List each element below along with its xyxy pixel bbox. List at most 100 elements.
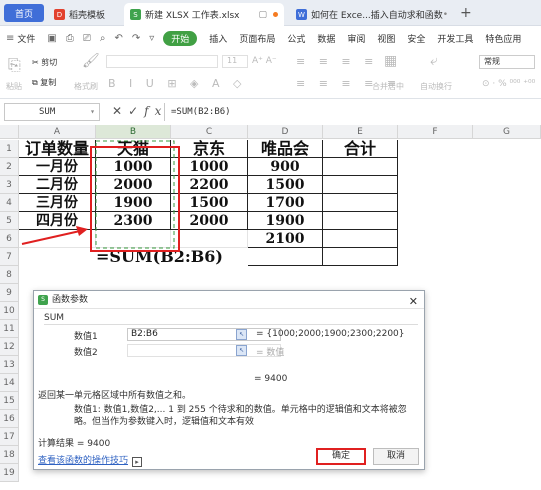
range-select-icon[interactable]: ↖ bbox=[236, 329, 247, 340]
merge-icon[interactable]: ▦ bbox=[384, 53, 397, 69]
copy-button[interactable]: ⧉ 复制 bbox=[32, 77, 56, 88]
number-format-select[interactable]: 常规 bbox=[479, 55, 535, 69]
cell-a3[interactable]: 二月份 bbox=[19, 176, 96, 194]
cell-d2[interactable]: 900 bbox=[248, 158, 323, 176]
cell-e5[interactable] bbox=[323, 212, 398, 230]
wrap-button[interactable]: 自动换行 bbox=[420, 81, 452, 92]
video-icon[interactable]: ▸ bbox=[132, 457, 143, 467]
paste-icon[interactable]: ⎘ bbox=[8, 55, 21, 75]
range-select-icon[interactable]: ↖ bbox=[236, 345, 247, 356]
row-header-16[interactable]: 16 bbox=[0, 410, 19, 428]
row-header-8[interactable]: 8 bbox=[0, 266, 19, 284]
cell-a1[interactable]: 订单数量 bbox=[19, 140, 96, 158]
close-icon[interactable]: • bbox=[443, 10, 448, 20]
cell-d1[interactable]: 唯品会 bbox=[248, 140, 323, 158]
row-header-6[interactable]: 6 bbox=[0, 230, 19, 248]
chevron-down-icon[interactable]: ▾ bbox=[90, 104, 95, 120]
menu-review[interactable]: 审阅 bbox=[347, 32, 365, 45]
ok-button[interactable]: 确定 bbox=[316, 448, 366, 465]
cell-b5[interactable]: 2300 bbox=[96, 212, 171, 230]
row-header-19[interactable]: 19 bbox=[0, 464, 19, 482]
font-size-box[interactable]: 11 bbox=[222, 55, 248, 68]
row-header-7[interactable]: 7 bbox=[0, 248, 19, 266]
menu-start[interactable]: 开始 bbox=[163, 30, 198, 46]
cancel-button[interactable]: 取消 bbox=[373, 448, 419, 465]
tab-screen-icon[interactable]: ▢ bbox=[258, 10, 267, 20]
tab-document[interactable]: W 如何在 Exce...插入自动求和函数 • bbox=[290, 3, 454, 26]
row-header-9[interactable]: 9 bbox=[0, 284, 19, 302]
cell-e2[interactable] bbox=[323, 158, 398, 176]
cell-c3[interactable]: 2200 bbox=[171, 176, 248, 194]
menu-data[interactable]: 数据 bbox=[317, 32, 335, 45]
undo-icon[interactable]: ↶ bbox=[114, 33, 122, 44]
column-header-c[interactable]: C bbox=[171, 125, 248, 139]
menu-formulas[interactable]: 公式 bbox=[287, 32, 305, 45]
row-header-17[interactable]: 17 bbox=[0, 428, 19, 446]
wrap-icon[interactable]: ⤶ bbox=[430, 53, 438, 69]
tab-docer[interactable]: D 稻壳模板 bbox=[48, 3, 120, 26]
menu-view[interactable]: 视图 bbox=[377, 32, 395, 45]
menu-security[interactable]: 安全 bbox=[407, 32, 425, 45]
cell-e4[interactable] bbox=[323, 194, 398, 212]
font-name-box[interactable] bbox=[106, 55, 218, 68]
cut-button[interactable]: ✂ 剪切 bbox=[32, 57, 57, 68]
print-icon[interactable]: ⎚ bbox=[83, 33, 91, 44]
format-painter-icon[interactable]: 🖌 bbox=[82, 53, 100, 69]
save-icon[interactable]: ▣ bbox=[47, 33, 56, 44]
cell-d6[interactable]: 2100 bbox=[248, 230, 323, 248]
add-tab-icon[interactable]: + bbox=[460, 5, 472, 21]
column-header-d[interactable]: D bbox=[248, 125, 323, 139]
close-icon[interactable]: ✕ bbox=[409, 293, 418, 311]
font-style-icons[interactable]: B I U ⊞ ◈ A ◇ bbox=[108, 77, 246, 90]
cell-e1[interactable]: 合计 bbox=[323, 140, 398, 158]
cell-b1[interactable]: 天猫 bbox=[96, 140, 171, 158]
cell-e3[interactable] bbox=[323, 176, 398, 194]
menu-insert[interactable]: 插入 bbox=[209, 32, 227, 45]
paste-button[interactable]: 粘贴 bbox=[6, 81, 22, 92]
cell-c5[interactable]: 2000 bbox=[171, 212, 248, 230]
column-header-g[interactable]: G bbox=[473, 125, 541, 139]
column-header-f[interactable]: F bbox=[398, 125, 473, 139]
help-link[interactable]: 查看该函数的操作技巧 ▸ bbox=[38, 453, 143, 467]
cell-b6[interactable] bbox=[96, 230, 171, 248]
cell-e6[interactable] bbox=[323, 230, 398, 248]
cell-a4[interactable]: 三月份 bbox=[19, 194, 96, 212]
cell-b7[interactable]: =SUM(B2:B6) bbox=[96, 248, 246, 266]
preview-icon[interactable]: ⌕ bbox=[100, 33, 106, 44]
cell-b3[interactable]: 2000 bbox=[96, 176, 171, 194]
row-header-3[interactable]: 3 bbox=[0, 176, 19, 194]
row-header-1[interactable]: 1 bbox=[0, 140, 19, 158]
name-box[interactable]: SUM ▾ bbox=[4, 103, 100, 121]
cell-c6[interactable] bbox=[171, 230, 248, 248]
row-header-18[interactable]: 18 bbox=[0, 446, 19, 464]
cancel-formula-icon[interactable]: ✕ bbox=[112, 104, 128, 118]
row-header-13[interactable]: 13 bbox=[0, 356, 19, 374]
column-header-e[interactable]: E bbox=[323, 125, 398, 139]
cell-d5[interactable]: 1900 bbox=[248, 212, 323, 230]
row-header-14[interactable]: 14 bbox=[0, 374, 19, 392]
cell-a6[interactable] bbox=[19, 230, 96, 248]
tab-home[interactable]: 首页 bbox=[4, 4, 44, 22]
cell-e7[interactable] bbox=[323, 248, 398, 266]
menu-special[interactable]: 特色应用 bbox=[485, 32, 521, 45]
menu-page-layout[interactable]: 页面布局 bbox=[239, 32, 275, 45]
format-painter-button[interactable]: 格式刷 bbox=[74, 81, 98, 92]
font-grow-icon[interactable]: A⁺ A⁻ bbox=[252, 56, 277, 66]
cell-b4[interactable]: 1900 bbox=[96, 194, 171, 212]
corner-select-all[interactable] bbox=[0, 125, 19, 139]
export-icon[interactable]: ⎙ bbox=[66, 33, 74, 44]
row-header-15[interactable]: 15 bbox=[0, 392, 19, 410]
cell-d3[interactable]: 1500 bbox=[248, 176, 323, 194]
redo-icon[interactable]: ↷ bbox=[132, 33, 140, 44]
menu-developer[interactable]: 开发工具 bbox=[437, 32, 473, 45]
row-header-12[interactable]: 12 bbox=[0, 338, 19, 356]
align-icons[interactable]: ≡ ≡ ≡ ≡ bbox=[296, 55, 378, 68]
row-header-2[interactable]: 2 bbox=[0, 158, 19, 176]
tab-workbook[interactable]: S 新建 XLSX 工作表.xlsx ▢ bbox=[124, 3, 284, 26]
cell-d7[interactable] bbox=[248, 248, 323, 266]
cell-c1[interactable]: 京东 bbox=[171, 140, 248, 158]
cell-c2[interactable]: 1000 bbox=[171, 158, 248, 176]
row-header-4[interactable]: 4 bbox=[0, 194, 19, 212]
hamburger-icon[interactable]: ≡ bbox=[6, 33, 14, 44]
chevron-down-icon[interactable]: ▿ bbox=[149, 33, 154, 44]
